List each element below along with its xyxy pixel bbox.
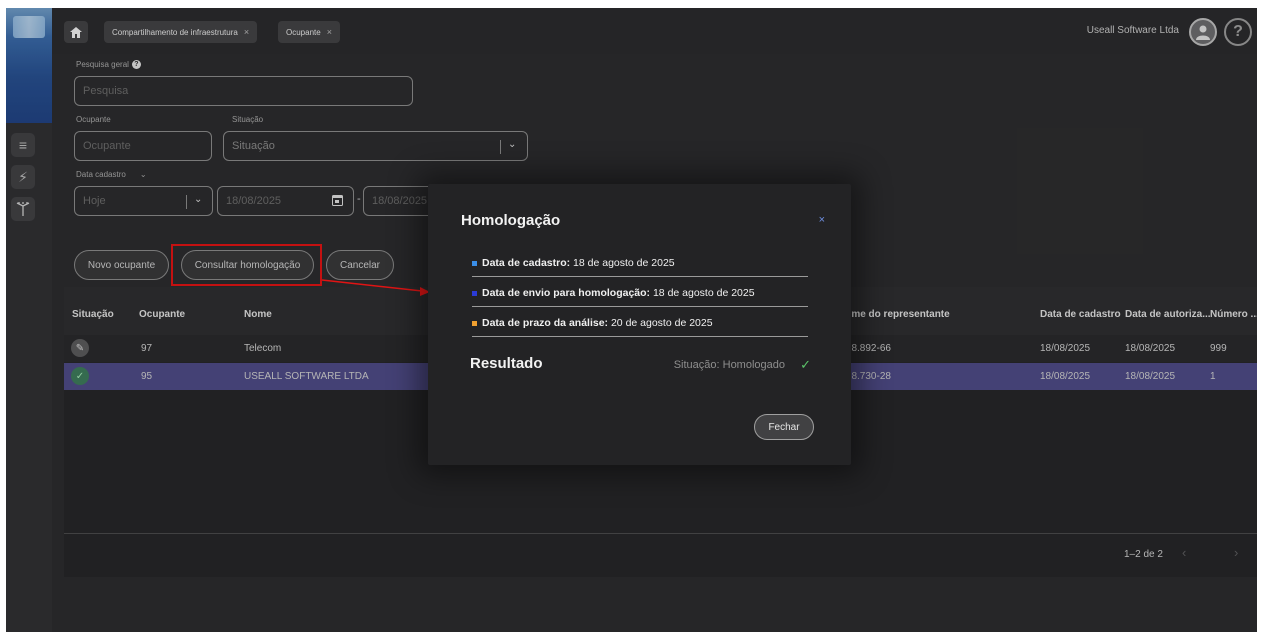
info-label: Data de envio para homologação:: [482, 287, 651, 299]
result-status: Situação: Homologado: [673, 359, 785, 371]
check-icon: ✓: [800, 357, 811, 372]
close-icon[interactable]: ×: [819, 214, 825, 226]
bullet-icon: [472, 261, 477, 266]
app-window: ≡ ⚡ Compartilhamento de infraestrutura ×…: [6, 8, 1257, 632]
result-title: Resultado: [470, 355, 543, 372]
info-label: Data de prazo da análise:: [482, 317, 609, 329]
homologacao-dialog: Homologação × Data de cadastro: 18 de ag…: [428, 184, 851, 465]
info-data-cadastro: Data de cadastro: 18 de agosto de 2025: [472, 255, 808, 277]
info-label: Data de cadastro:: [482, 257, 571, 269]
info-data-prazo: Data de prazo da análise: 20 de agosto d…: [472, 315, 808, 337]
info-value: 18 de agosto de 2025: [573, 257, 675, 269]
bullet-icon: [472, 321, 477, 326]
bullet-icon: [472, 291, 477, 296]
dialog-title: Homologação: [461, 212, 561, 229]
info-value: 20 de agosto de 2025: [610, 317, 713, 329]
info-value: 18 de agosto de 2025: [652, 287, 755, 299]
info-data-envio: Data de envio para homologação: 18 de ag…: [472, 285, 808, 307]
fechar-button[interactable]: Fechar: [754, 414, 814, 440]
